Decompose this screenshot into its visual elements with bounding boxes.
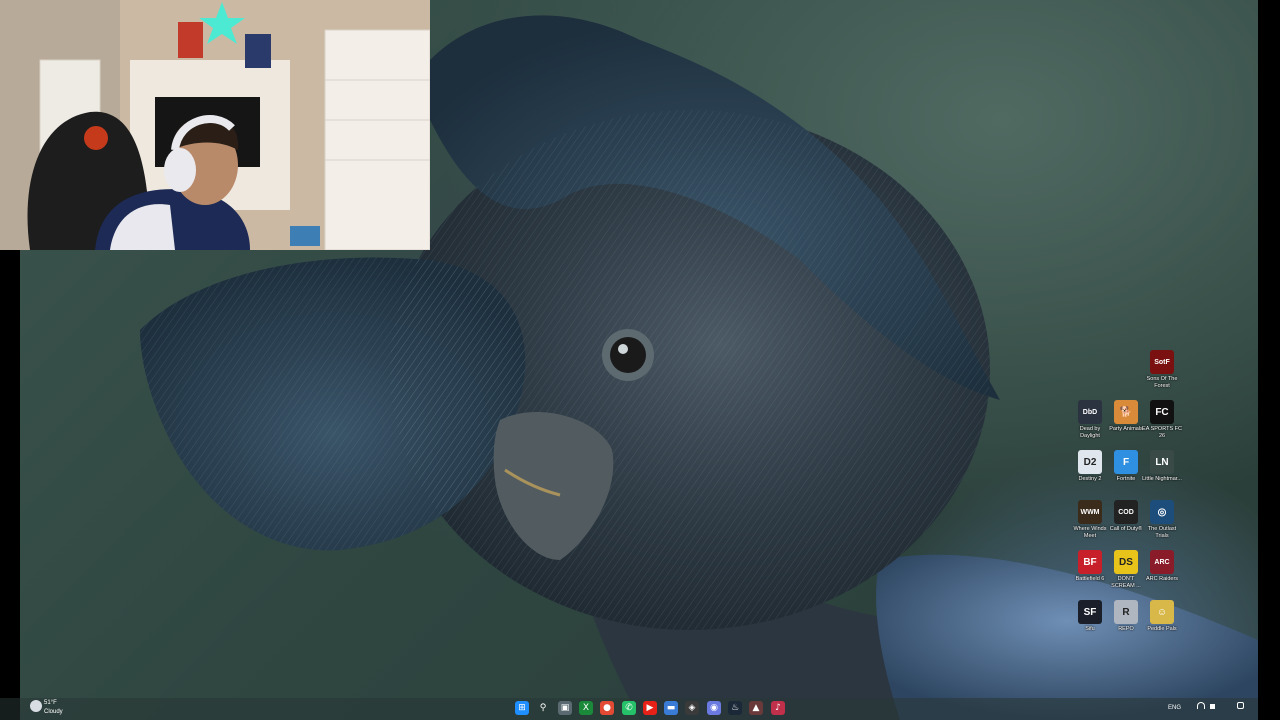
outlast-trials-icon: ◎ (1150, 500, 1174, 524)
desktop-icon-label: Dead by Daylight (1079, 426, 1101, 439)
desktop-icon-label: Little Nightmar... (1142, 476, 1182, 482)
epic-app-icon[interactable]: ◈ (685, 701, 699, 715)
little-nightmares-icon: LN (1150, 450, 1174, 474)
desktop-icon-label: DON'T SCREAM ... (1111, 576, 1141, 589)
left-letterbox-bar (0, 250, 20, 720)
language-indicator[interactable]: ENG (1168, 705, 1181, 711)
start-button[interactable]: ⊞ (515, 701, 529, 715)
search-button[interactable]: ⚲ (536, 701, 550, 715)
desktop-icon-call-of-duty[interactable]: COD Call of Duty® (1106, 500, 1146, 533)
weather-condition: Cloudy (44, 709, 63, 715)
tiktok-app-icon[interactable]: ♪ (771, 701, 785, 715)
right-letterbox-bar (1258, 0, 1280, 720)
desktop-icon-label: Destiny 2 (1078, 476, 1102, 482)
desktop-icon-sons-of-the-forest[interactable]: SotF Sons Of The Forest (1142, 350, 1182, 389)
peddle-pals-icon: ☺ (1150, 600, 1174, 624)
desktop-icon-peddle-pals[interactable]: ☺ Peddle Pals (1142, 600, 1182, 633)
arc-raiders-icon: ARC (1150, 550, 1174, 574)
desktop-icon-label: ARC Raiders (1145, 576, 1179, 582)
desktop-icon-battlefield-6[interactable]: BF Battlefield 6 (1070, 550, 1110, 583)
system-tray: ENG (1168, 702, 1245, 711)
desktop-icon-label: Sons Of The Forest (1146, 376, 1178, 389)
destiny-2-icon: D2 (1078, 450, 1102, 474)
desktop-icon-party-animals[interactable]: 🐕 Party Animals (1106, 400, 1146, 433)
chrome-app-icon[interactable]: ● (600, 701, 614, 715)
ea-sports-fc-icon: FC (1150, 400, 1174, 424)
desktop-icon-label: Party Animals (1109, 426, 1143, 432)
wifi-icon[interactable] (1196, 702, 1205, 709)
dead-by-daylight-icon: DbD (1078, 400, 1102, 424)
notification-icon[interactable] (1237, 702, 1245, 709)
weather-temperature: 51°F (44, 700, 57, 706)
desktop-icon-label: Where Winds Meet (1073, 526, 1107, 539)
weather-icon (30, 700, 42, 712)
xbox-app-icon[interactable]: X (579, 701, 593, 715)
desktop-icon-ea-sports-fc[interactable]: FC EA SPORTS FC 26 (1142, 400, 1182, 439)
repo-icon: R (1114, 600, 1138, 624)
youtube-app-icon[interactable]: ▶ (643, 701, 657, 715)
fortnite-icon: F (1114, 450, 1138, 474)
desktop-icon-repo[interactable]: R REPO (1106, 600, 1146, 633)
desktop-icon-where-winds-meet[interactable]: WWM Where Winds Meet (1070, 500, 1110, 539)
desktop-icon-label: REPO (1118, 626, 1134, 632)
desktop-icon-label: Battlefield 6 (1075, 576, 1105, 582)
desktop-icon-fortnite[interactable]: F Fortnite (1106, 450, 1146, 483)
desktop-icon-arc-raiders[interactable]: ARC ARC Raiders (1142, 550, 1182, 583)
where-winds-meet-icon: WWM (1078, 500, 1102, 524)
webcam-overlay (0, 0, 430, 250)
sifu-icon: SF (1078, 600, 1102, 624)
desktop-icon-outlast-trials[interactable]: ◎ The Outlast Trials (1142, 500, 1182, 539)
desktop-icon-label: Sifu (1085, 626, 1095, 632)
battlefield-6-icon: BF (1078, 550, 1102, 574)
game-app-icon[interactable]: ▲ (749, 701, 763, 715)
desktop-icon-little-nightmares[interactable]: LN Little Nightmar... (1142, 450, 1182, 483)
desktop-icon-dead-by-daylight[interactable]: DbD Dead by Daylight (1070, 400, 1110, 439)
sons-of-the-forest-icon: SotF (1150, 350, 1174, 374)
speaker-icon[interactable] (1210, 704, 1216, 709)
file-explorer-app-icon[interactable]: ▬ (664, 701, 678, 715)
whatsapp-app-icon[interactable]: ✆ (622, 701, 636, 715)
dont-scream-icon: DS (1114, 550, 1138, 574)
discord-app-icon[interactable]: ◉ (707, 701, 721, 715)
party-animals-icon: 🐕 (1114, 400, 1138, 424)
desktop-icon-label: Call of Duty® (1109, 526, 1143, 532)
call-of-duty-icon: COD (1114, 500, 1138, 524)
desktop-icon-label: Peddle Pals (1147, 626, 1177, 632)
desktop-icon-label: EA SPORTS FC 26 (1142, 426, 1182, 439)
desktop-icon-label: Fortnite (1116, 476, 1136, 482)
desktop-icon-destiny-2[interactable]: D2 Destiny 2 (1070, 450, 1110, 483)
desktop-icon-label: The Outlast Trials (1147, 526, 1177, 539)
steam-app-icon[interactable]: ♨ (728, 701, 742, 715)
webcam-scene (0, 0, 430, 250)
task-view-button[interactable]: ▣ (558, 701, 572, 715)
desktop-icon-dont-scream[interactable]: DS DON'T SCREAM ... (1106, 550, 1146, 589)
desktop-icon-sifu[interactable]: SF Sifu (1070, 600, 1110, 633)
